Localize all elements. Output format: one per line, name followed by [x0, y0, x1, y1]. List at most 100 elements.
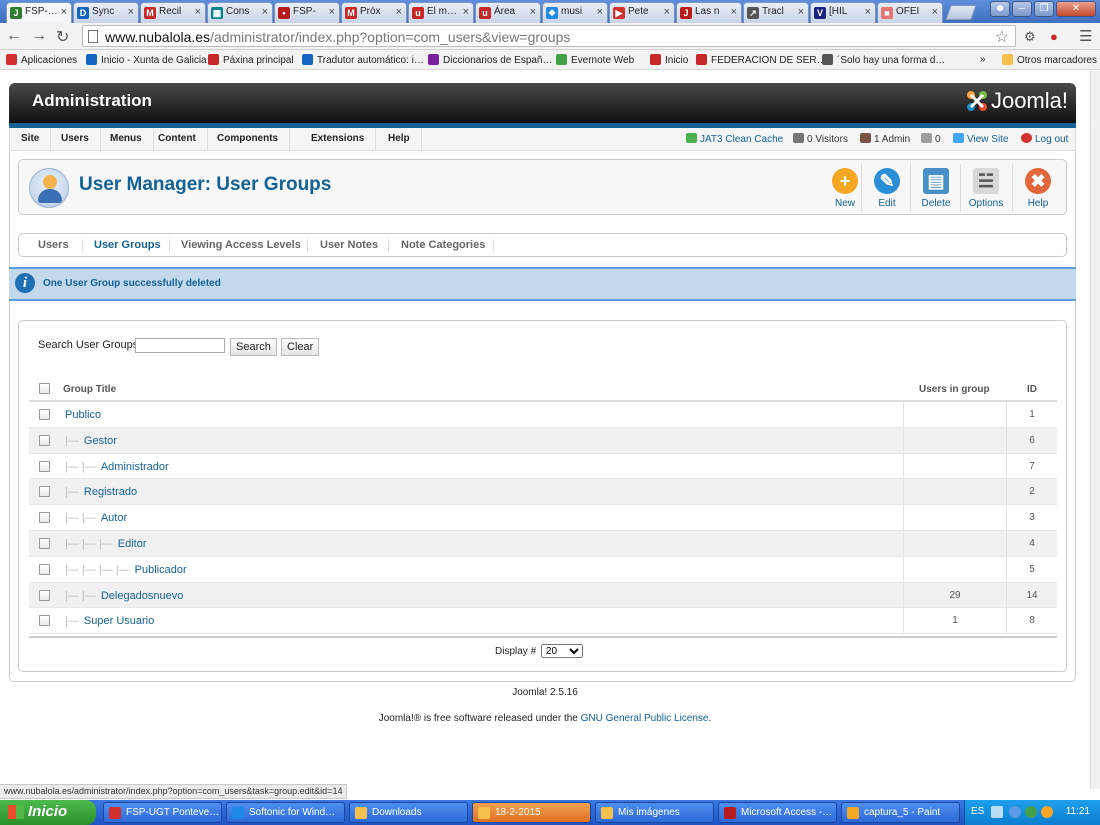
- tab-close-icon[interactable]: ×: [597, 6, 603, 18]
- group-title-link[interactable]: |— |— Administrador: [65, 461, 169, 473]
- row-checkbox[interactable]: [39, 563, 50, 575]
- header-id[interactable]: ID: [1027, 384, 1037, 395]
- keyboard-icon[interactable]: [991, 806, 1003, 818]
- row-checkbox[interactable]: [39, 460, 50, 472]
- bookmark-item[interactable]: ´Solo hay una forma d…: [822, 54, 945, 66]
- menu-icon[interactable]: ☰: [1079, 27, 1092, 45]
- tab-close-icon[interactable]: ×: [731, 6, 737, 18]
- back-icon[interactable]: ←: [6, 27, 22, 45]
- bookmark-star-icon[interactable]: ☆: [995, 27, 1009, 47]
- browser-tab[interactable]: ▶ Pete ×: [609, 2, 675, 23]
- toolbar-edit-button[interactable]: ✎ Edit: [865, 166, 909, 210]
- menu-item-content[interactable]: Content: [147, 128, 208, 150]
- other-bookmarks[interactable]: Otros marcadores: [1002, 54, 1097, 66]
- tab-close-icon[interactable]: ×: [664, 6, 670, 18]
- browser-tab[interactable]: ■ OFEI ×: [877, 2, 943, 23]
- address-bar[interactable]: www.nubalola.es/administrator/index.php?…: [82, 25, 1016, 47]
- clean-cache-link[interactable]: JAT3 Clean Cache: [686, 133, 783, 145]
- toolbar-help-button[interactable]: ✖ Help: [1016, 166, 1060, 210]
- taskbar-item[interactable]: Downloads: [349, 802, 468, 823]
- tab-close-icon[interactable]: ×: [128, 6, 134, 18]
- user-icon[interactable]: ☻: [990, 1, 1010, 17]
- group-title-link[interactable]: |— |— Delegadosnuevo: [65, 590, 183, 602]
- vertical-scrollbar[interactable]: [1090, 71, 1100, 789]
- minimize-button[interactable]: –: [1012, 1, 1032, 17]
- new-tab-button[interactable]: [945, 5, 977, 20]
- group-title-link[interactable]: |— |— |— Editor: [65, 538, 147, 550]
- row-checkbox[interactable]: [39, 486, 50, 498]
- search-button[interactable]: Search: [230, 338, 277, 356]
- bookmark-item[interactable]: Evernote Web: [556, 54, 634, 66]
- search-input[interactable]: [135, 338, 225, 353]
- bookmark-item[interactable]: FEDERACION DE SER…: [696, 54, 827, 66]
- tab-close-icon[interactable]: ×: [195, 6, 201, 18]
- group-title-link[interactable]: |— |— |— |— Publicador: [65, 564, 187, 576]
- forward-icon[interactable]: →: [31, 27, 47, 45]
- tab-close-icon[interactable]: ×: [932, 6, 938, 18]
- tab-close-icon[interactable]: ×: [798, 6, 804, 18]
- group-title-link[interactable]: |— |— Autor: [65, 512, 127, 524]
- browser-tab[interactable]: • FSP- ×: [274, 2, 340, 23]
- browser-tab[interactable]: V [HIL ×: [810, 2, 876, 23]
- row-checkbox[interactable]: [39, 615, 50, 627]
- display-select[interactable]: 20: [540, 644, 583, 658]
- menu-item-menus[interactable]: Menus: [99, 128, 154, 150]
- bookmark-item[interactable]: Inicio - Xunta de Galicia: [86, 54, 207, 66]
- browser-tab[interactable]: D Sync ×: [73, 2, 139, 23]
- browser-tab[interactable]: ↗ Tracl ×: [743, 2, 809, 23]
- tab-close-icon[interactable]: ×: [530, 6, 536, 18]
- menu-item-site[interactable]: Site: [10, 128, 52, 150]
- group-title-link[interactable]: |— Registrado: [65, 486, 137, 498]
- row-checkbox[interactable]: [39, 512, 50, 524]
- taskbar-item[interactable]: Mis imágenes: [595, 802, 714, 823]
- gpl-link[interactable]: GNU General Public License: [581, 713, 709, 724]
- whatsapp-icon[interactable]: [1025, 806, 1037, 818]
- tab-close-icon[interactable]: ×: [329, 6, 335, 18]
- tab-close-icon[interactable]: ×: [262, 6, 268, 18]
- tab-close-icon[interactable]: ×: [865, 6, 871, 18]
- start-button[interactable]: Inicio: [0, 800, 96, 825]
- toolbar-options-button[interactable]: ☱ Options: [964, 166, 1008, 210]
- subnav-user-notes[interactable]: User Notes: [320, 239, 378, 251]
- logout-link[interactable]: Log out: [1021, 133, 1068, 145]
- browser-tab[interactable]: u El m… ×: [408, 2, 474, 23]
- browser-tab[interactable]: u Área ×: [475, 2, 541, 23]
- header-users-in-group[interactable]: Users in group: [919, 384, 990, 395]
- network-icon[interactable]: [1009, 806, 1021, 818]
- taskbar-item[interactable]: captura_5 - Paint: [841, 802, 960, 823]
- bookmark-item[interactable]: Inicio: [650, 54, 688, 66]
- browser-tab[interactable]: J FSP-… ×: [6, 2, 72, 23]
- header-group-title[interactable]: Group Title: [63, 384, 116, 395]
- taskbar-item[interactable]: Softonic for Wind…: [226, 802, 345, 823]
- browser-tab[interactable]: ❖ musi ×: [542, 2, 608, 23]
- tab-close-icon[interactable]: ×: [463, 6, 469, 18]
- joomla-logo[interactable]: Joomla!: [965, 88, 1068, 114]
- row-checkbox[interactable]: [39, 409, 50, 420]
- subnav-users[interactable]: Users: [38, 239, 69, 251]
- bookmarks-more[interactable]: »: [980, 54, 986, 65]
- extension-2-icon[interactable]: ●: [1050, 29, 1058, 44]
- group-title-link[interactable]: |— Super Usuario: [65, 615, 154, 627]
- messages-status[interactable]: 0: [921, 133, 941, 145]
- taskbar-item[interactable]: 18-2-2015: [472, 802, 591, 823]
- bookmark-item[interactable]: Páxina principal: [208, 54, 294, 66]
- close-window-button[interactable]: ✕: [1056, 1, 1096, 17]
- toolbar-delete-button[interactable]: ▤ Delete: [914, 166, 958, 210]
- subnav-user-groups[interactable]: User Groups: [94, 239, 161, 251]
- group-title-link[interactable]: Publico: [65, 409, 101, 421]
- group-title-link[interactable]: |— Gestor: [65, 435, 117, 447]
- select-all-checkbox[interactable]: [39, 383, 50, 394]
- menu-item-users[interactable]: Users: [50, 128, 101, 150]
- row-checkbox[interactable]: [39, 434, 50, 446]
- clear-button[interactable]: Clear: [281, 338, 320, 356]
- extension-icon[interactable]: ⚙: [1024, 29, 1036, 45]
- browser-tab[interactable]: J Las n ×: [676, 2, 742, 23]
- subnav-viewing-access-levels[interactable]: Viewing Access Levels: [181, 239, 301, 251]
- menu-item-components[interactable]: Components: [206, 128, 291, 150]
- bookmark-item[interactable]: Aplicaciones: [6, 54, 77, 66]
- view-site-link[interactable]: View Site: [953, 133, 1009, 145]
- notification-icon[interactable]: [1041, 806, 1053, 818]
- browser-tab[interactable]: M Próx ×: [341, 2, 407, 23]
- tab-close-icon[interactable]: ×: [61, 6, 67, 18]
- menu-item-extensions[interactable]: Extensions: [300, 128, 377, 150]
